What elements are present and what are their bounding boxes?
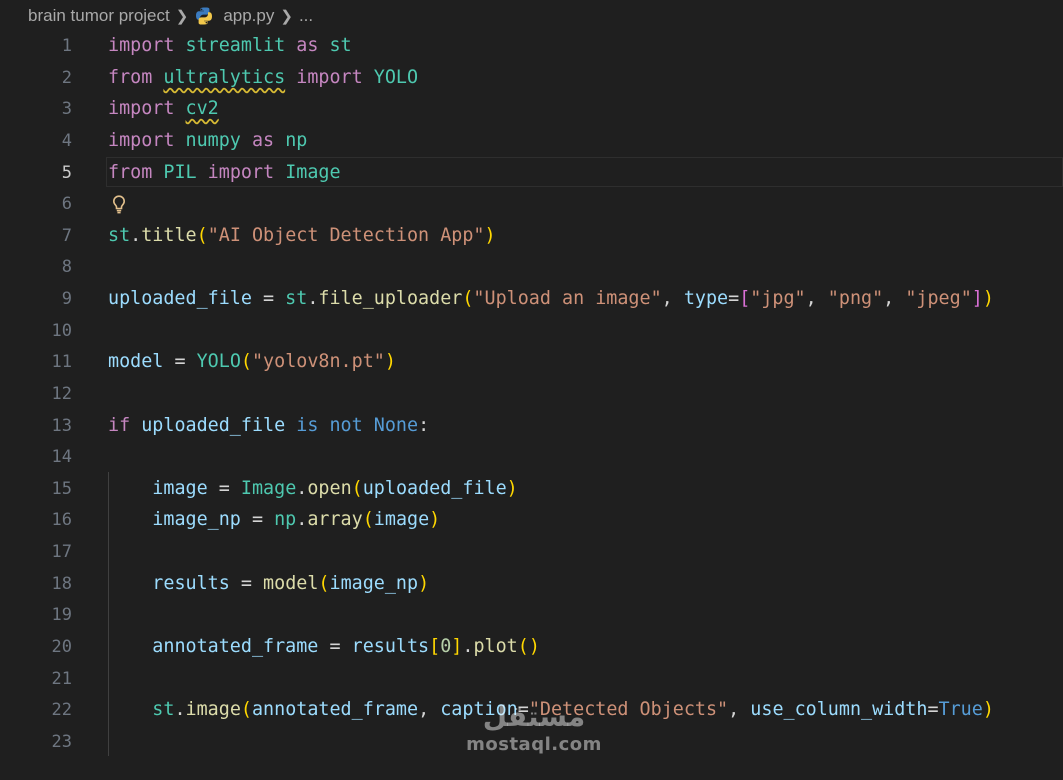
line-number: 14 [51,447,72,467]
line-number: 17 [51,542,72,562]
line-number: 1 [61,36,72,56]
breadcrumb-file[interactable]: app.py [223,6,274,26]
code-editor[interactable]: 1 import streamlit as st 2 from ultralyt… [0,30,1063,780]
warning-squiggle: cv2 [185,98,219,119]
chevron-right-icon: ❯ [175,8,189,25]
lightbulb-icon[interactable] [110,194,128,214]
line-number: 21 [51,669,72,689]
breadcrumb-folder[interactable]: brain tumor project [28,6,170,26]
line-number: 13 [51,416,72,436]
code-line[interactable]: 17 [0,536,1063,568]
line-number: 8 [61,257,72,277]
code-text[interactable]: import streamlit as st [108,30,352,62]
code-line[interactable]: 13 if uploaded_file is not None: [0,410,1063,442]
line-number: 2 [61,68,72,88]
line-number: 7 [61,226,72,246]
code-line[interactable]: 2 from ultralytics import YOLO [0,62,1063,94]
code-line[interactable]: 8 [0,251,1063,283]
code-line[interactable]: 15 image = Image.open(uploaded_file) [0,473,1063,505]
code-line[interactable]: 11 model = YOLO("yolov8n.pt") [0,346,1063,378]
python-icon [196,7,213,25]
code-text[interactable]: st.title("AI Object Detection App") [108,220,496,252]
code-text[interactable]: import numpy as np [108,125,307,157]
line-number: 6 [61,194,72,214]
code-text[interactable]: results = model(image_np) [108,568,429,600]
code-line[interactable]: 10 [0,315,1063,347]
line-number: 11 [51,352,72,372]
breadcrumb-symbols[interactable]: ... [299,6,313,26]
code-line[interactable]: 19 [0,599,1063,631]
code-line[interactable]: 14 [0,441,1063,473]
code-line[interactable]: 1 import streamlit as st [0,30,1063,62]
code-text[interactable]: uploaded_file = st.file_uploader("Upload… [108,283,994,315]
code-text[interactable]: import cv2 [108,93,219,125]
code-line[interactable]: 21 [0,663,1063,695]
line-number: 5 [61,163,72,183]
code-line[interactable]: 9 uploaded_file = st.file_uploader("Uplo… [0,283,1063,315]
breadcrumb: brain tumor project ❯ app.py ❯ ... [0,0,1063,32]
line-number: 16 [51,510,72,530]
code-text[interactable]: from ultralytics import YOLO [108,62,418,94]
line-number: 15 [51,479,72,499]
watermark-latin: mostaql.com [466,734,602,755]
code-line[interactable]: 6 [0,188,1063,220]
code-line-active[interactable]: 5 from PIL import Image [0,157,1063,189]
code-line[interactable]: 16 image_np = np.array(image) [0,504,1063,536]
code-text[interactable]: from PIL import Image [108,157,341,189]
line-number: 12 [51,384,72,404]
code-text[interactable]: image_np = np.array(image) [108,504,440,536]
code-text[interactable]: if uploaded_file is not None: [108,410,429,442]
code-line[interactable]: 4 import numpy as np [0,125,1063,157]
code-line[interactable]: 20 annotated_frame = results[0].plot() [0,631,1063,663]
code-line[interactable]: 18 results = model(image_np) [0,568,1063,600]
line-number: 22 [51,700,72,720]
code-line[interactable]: 3 import cv2 [0,93,1063,125]
mostaql-watermark: مستقل mostaql.com [464,700,604,770]
code-line[interactable]: 12 [0,378,1063,410]
line-number: 10 [51,321,72,341]
watermark-arabic: مستقل [482,700,586,733]
code-text[interactable]: image = Image.open(uploaded_file) [108,473,517,505]
line-number: 4 [61,131,72,151]
warning-squiggle: ultralytics [163,67,286,88]
code-text[interactable]: model = YOLO("yolov8n.pt") [108,346,396,378]
line-number: 3 [61,99,72,119]
line-number: 18 [51,574,72,594]
code-line[interactable]: 7 st.title("AI Object Detection App") [0,220,1063,252]
line-number: 20 [51,637,72,657]
line-number: 19 [51,605,72,625]
line-number: 23 [51,732,72,752]
line-number: 9 [61,289,72,309]
code-text[interactable]: annotated_frame = results[0].plot() [108,631,540,663]
chevron-right-icon: ❯ [280,8,293,25]
